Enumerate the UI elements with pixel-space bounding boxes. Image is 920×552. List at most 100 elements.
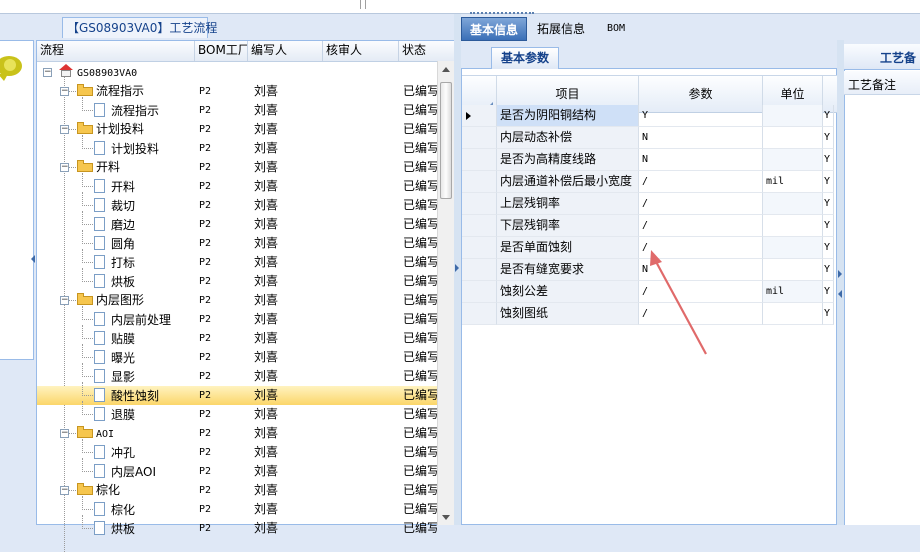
param-unit[interactable] (763, 259, 823, 281)
tree-row[interactable]: 计划投料 P2 刘喜 已编写 (37, 135, 437, 158)
tree-row[interactable]: 内层前处理 P2 刘喜 已编写 (37, 306, 437, 329)
tree-node-name[interactable]: 开料 (94, 177, 195, 196)
col-header-flow[interactable]: 流程 (37, 41, 195, 61)
drag-handle[interactable] (470, 12, 534, 16)
tree-row[interactable]: 棕化 P2 刘喜 已编写 (37, 496, 437, 519)
splitter-right[interactable] (837, 40, 844, 525)
row-header[interactable] (462, 171, 497, 193)
param-unit[interactable] (763, 105, 823, 127)
row-header[interactable] (462, 259, 497, 281)
tree-row[interactable]: 棕化 − P2 刘喜 已编写 (37, 481, 437, 500)
col-header-bom[interactable]: BOM工厂 (195, 41, 248, 61)
param-unit[interactable]: mil (763, 171, 823, 193)
tree-row[interactable]: 冲孔 P2 刘喜 已编写 (37, 439, 437, 462)
row-header[interactable] (462, 193, 497, 215)
tree-node-name[interactable]: 内层AOI (94, 462, 195, 481)
param-unit[interactable] (763, 127, 823, 149)
tree-node-name[interactable]: 圆角 (94, 234, 195, 253)
tree-row[interactable]: 磨边 P2 刘喜 已编写 (37, 211, 437, 234)
tree-node-name[interactable]: AOI (77, 424, 195, 443)
row-header[interactable] (462, 281, 497, 303)
tab-extended-info[interactable]: 拓展信息 (531, 17, 591, 41)
param-unit[interactable] (763, 149, 823, 171)
row-header[interactable] (462, 149, 497, 171)
param-value[interactable]: N (639, 127, 763, 149)
tree-row[interactable]: 裁切 P2 刘喜 已编写 (37, 192, 437, 215)
remarks-column-label[interactable]: 工艺备注 (848, 76, 896, 93)
tree-row[interactable]: 圆角 P2 刘喜 已编写 (37, 230, 437, 253)
tree-row[interactable]: 烘板 P2 刘喜 已编写 (37, 515, 437, 538)
tree-node-name[interactable]: 打标 (94, 253, 195, 272)
tree-node-name[interactable]: 显影 (94, 367, 195, 386)
collapse-node-icon[interactable]: − (60, 296, 69, 305)
tree-node-name[interactable]: 裁切 (94, 196, 195, 215)
param-unit[interactable] (763, 303, 823, 325)
collapse-node-icon[interactable]: − (60, 163, 69, 172)
param-value[interactable]: Y (639, 105, 763, 127)
param-row[interactable]: 下层残铜率 / Y (462, 215, 834, 237)
param-row[interactable]: 是否为高精度线路 N Y (462, 149, 834, 171)
param-value[interactable]: / (639, 215, 763, 237)
tree-row[interactable]: GS08903VA0 − (37, 63, 437, 82)
collapse-node-icon[interactable]: − (60, 486, 69, 495)
param-unit[interactable] (763, 215, 823, 237)
tree-row[interactable]: 退膜 P2 刘喜 已编写 (37, 401, 437, 424)
flow-tab-title[interactable]: 【GS08903VA0】工艺流程 (62, 17, 217, 38)
tree-row[interactable]: 打标 P2 刘喜 已编写 (37, 249, 437, 272)
tree-node-name[interactable]: 烘板 (94, 519, 195, 538)
tree-row[interactable]: 曝光 P2 刘喜 已编写 (37, 344, 437, 367)
param-value[interactable]: / (639, 193, 763, 215)
param-value[interactable]: N (639, 149, 763, 171)
tree-node-name[interactable]: 退膜 (94, 405, 195, 424)
tree-node-name[interactable]: 计划投料 (94, 139, 195, 158)
tab-bom[interactable]: BOM (601, 17, 631, 41)
row-header[interactable] (462, 105, 497, 127)
tree-row[interactable]: 流程指示 P2 刘喜 已编写 (37, 97, 437, 120)
col-header-status[interactable]: 状态 (399, 41, 455, 61)
collapse-node-icon[interactable]: − (60, 429, 69, 438)
chat-bubble-icon[interactable] (0, 56, 22, 81)
tab-basic-info[interactable]: 基本信息 (461, 17, 527, 41)
tree-node-name[interactable]: 开料 (77, 158, 195, 177)
tree-row[interactable]: 贴膜 P2 刘喜 已编写 (37, 325, 437, 348)
scroll-up-icon[interactable] (442, 67, 450, 72)
tree-node-name[interactable]: 烘板 (94, 272, 195, 291)
tree-scrollbar[interactable] (437, 61, 455, 525)
row-header[interactable] (462, 215, 497, 237)
tree-node-name[interactable]: 贴膜 (94, 329, 195, 348)
row-header[interactable] (462, 127, 497, 149)
tree-node-name[interactable]: 内层前处理 (94, 310, 195, 329)
param-row[interactable]: 内层动态补偿 N Y (462, 127, 834, 149)
tree-row[interactable]: 显影 P2 刘喜 已编写 (37, 363, 437, 386)
tree-row[interactable]: 计划投料 − P2 刘喜 已编写 (37, 120, 437, 139)
scroll-thumb[interactable] (440, 82, 452, 199)
row-header[interactable] (462, 237, 497, 259)
tree-row[interactable]: AOI − P2 刘喜 已编写 (37, 424, 437, 443)
tree-node-name[interactable]: 磨边 (94, 215, 195, 234)
tree-node-name[interactable]: 棕化 (94, 500, 195, 519)
tree-row[interactable]: 内层AOI P2 刘喜 已编写 (37, 458, 437, 481)
scroll-down-icon[interactable] (442, 515, 450, 520)
tree-node-name[interactable]: GS08903VA0 (59, 63, 195, 82)
collapse-node-icon[interactable]: − (60, 125, 69, 134)
col-header-writer[interactable]: 编写人 (248, 41, 323, 61)
tree-node-name[interactable]: 冲孔 (94, 443, 195, 462)
collapse-node-icon[interactable]: − (60, 87, 69, 96)
tree-row[interactable]: 内层图形 − P2 刘喜 已编写 (37, 291, 437, 310)
col-header-reviewer[interactable]: 核审人 (323, 41, 399, 61)
tree-row[interactable]: 开料 P2 刘喜 已编写 (37, 173, 437, 196)
tree-node-name[interactable]: 流程指示 (94, 101, 195, 120)
collapse-node-icon[interactable]: − (43, 68, 52, 77)
splitter[interactable] (454, 14, 461, 525)
param-row[interactable]: 是否为阴阳铜结构 Y Y (462, 105, 834, 127)
param-unit[interactable]: mil (763, 281, 823, 303)
tree-node-name[interactable]: 流程指示 (77, 82, 195, 101)
tree-row[interactable]: 酸性蚀刻 P2 刘喜 已编写 (37, 382, 437, 405)
param-row[interactable]: 上层残铜率 / Y (462, 193, 834, 215)
param-unit[interactable] (763, 193, 823, 215)
tree-row[interactable]: 烘板 P2 刘喜 已编写 (37, 268, 437, 291)
param-value[interactable]: / (639, 171, 763, 193)
tree-row[interactable]: 流程指示 − P2 刘喜 已编写 (37, 82, 437, 101)
row-header[interactable] (462, 303, 497, 325)
subtab-basic-params[interactable]: 基本参数 (491, 47, 559, 69)
